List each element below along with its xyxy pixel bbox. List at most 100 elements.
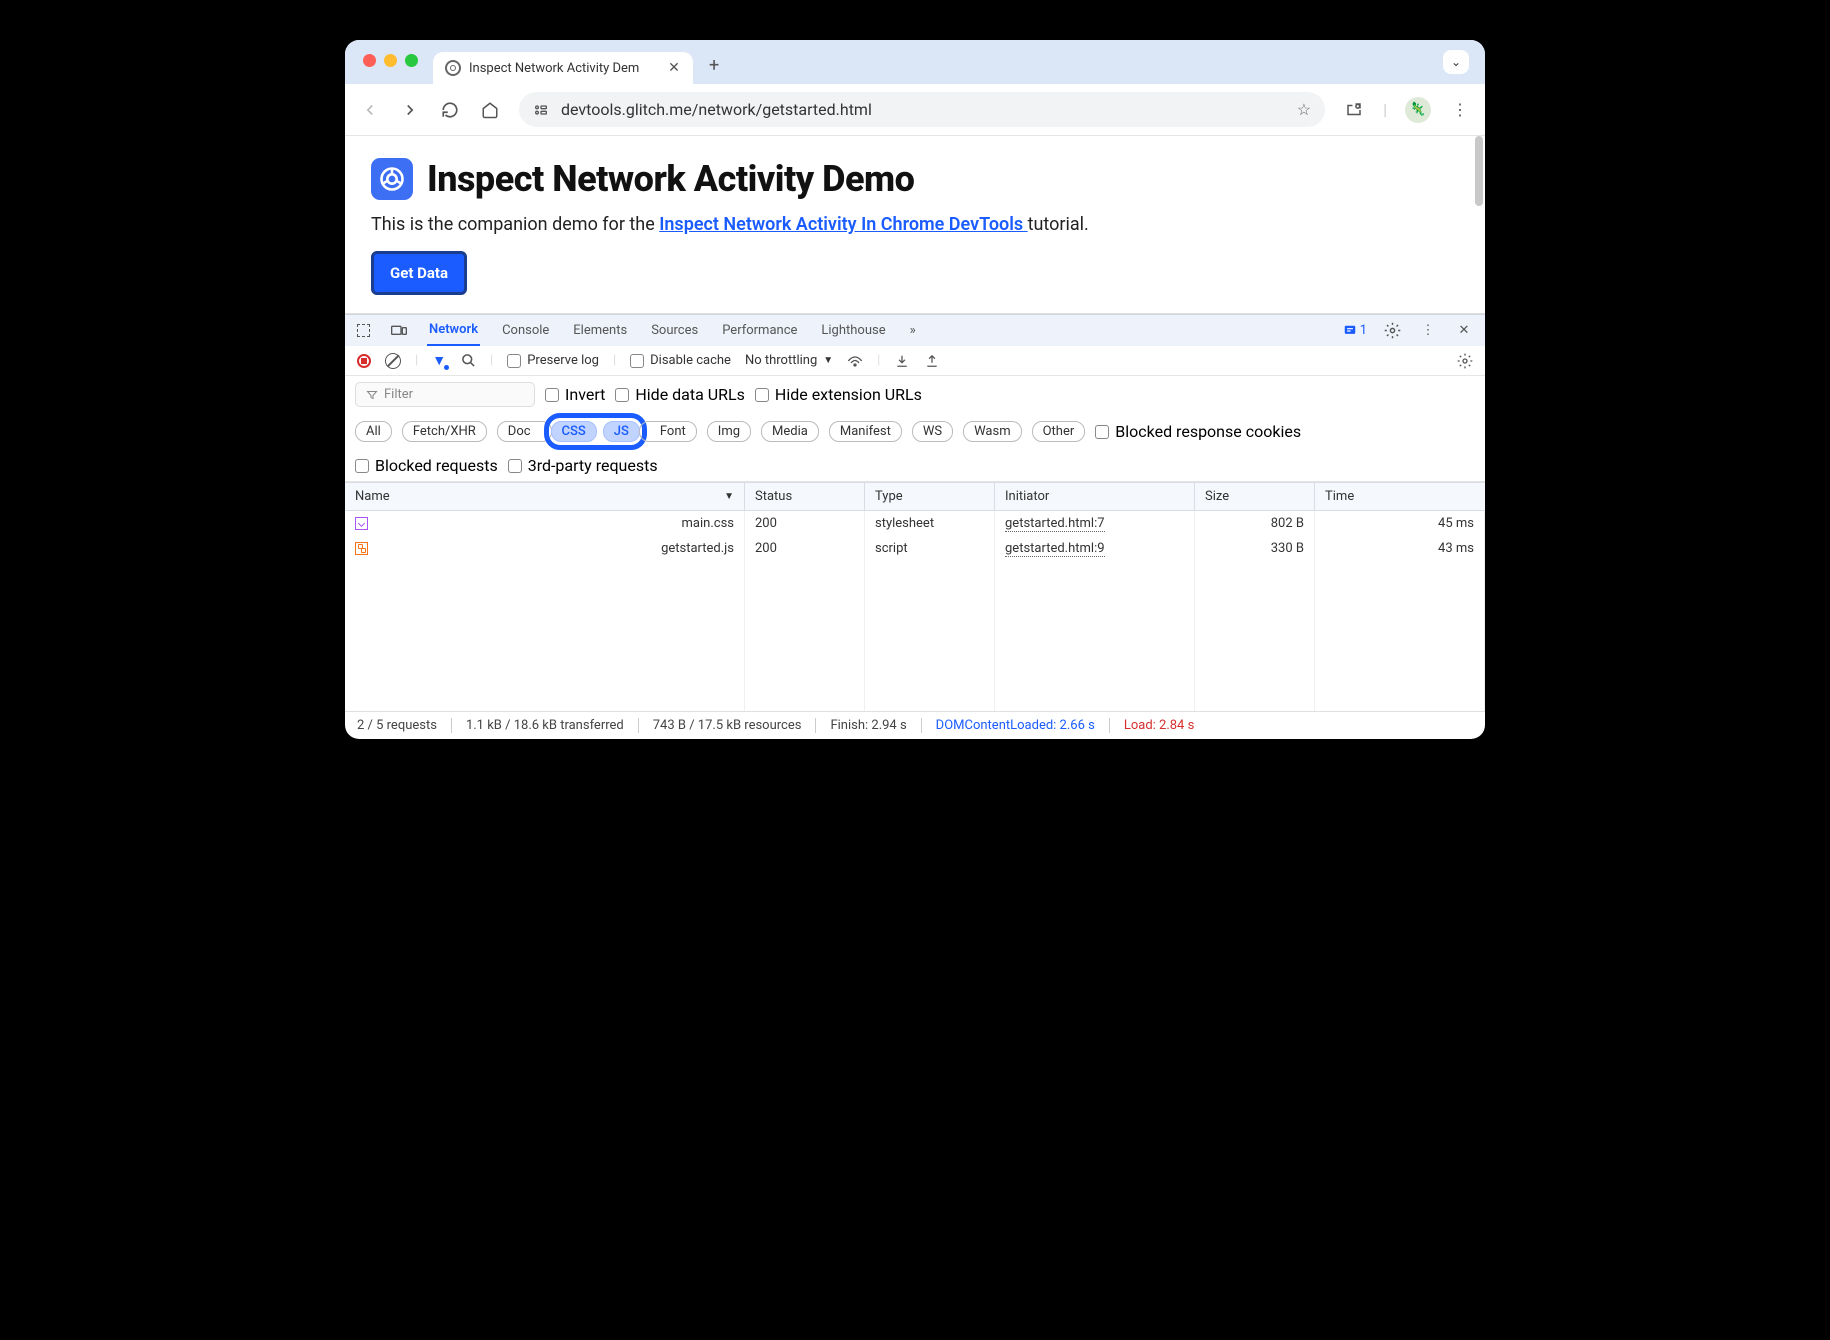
divider: | xyxy=(1383,100,1387,119)
filter-toggle-icon[interactable]: ▼ xyxy=(432,352,446,369)
filter-chip-media[interactable]: Media xyxy=(761,421,819,442)
issues-button[interactable]: 1 xyxy=(1343,323,1367,338)
table-row[interactable]: getstarted.js 200 script getstarted.html… xyxy=(345,536,1485,561)
highlighted-filters: CSS JS xyxy=(544,413,647,450)
network-table-header: Name▼ Status Type Initiator Size Time xyxy=(345,482,1485,511)
profile-avatar[interactable]: 🦎 xyxy=(1405,97,1431,123)
column-header-type[interactable]: Type xyxy=(865,483,995,510)
filter-input[interactable]: Filter xyxy=(355,382,535,407)
tab-strip: Inspect Network Activity Dem ✕ + ⌄ xyxy=(345,40,1485,84)
filter-chip-wasm[interactable]: Wasm xyxy=(963,421,1022,442)
toolbar-right: | 🦎 ⋮ xyxy=(1343,97,1471,123)
filter-chip-all[interactable]: All xyxy=(355,421,392,442)
tab-title: Inspect Network Activity Dem xyxy=(469,61,659,76)
filter-chip-fetch[interactable]: Fetch/XHR xyxy=(402,421,487,442)
filter-chip-font[interactable]: Font xyxy=(639,421,697,442)
reload-button[interactable] xyxy=(439,99,461,121)
minimize-window-button[interactable] xyxy=(384,54,397,67)
url-text: devtools.glitch.me/network/getstarted.ht… xyxy=(561,100,872,119)
tab-lighthouse[interactable]: Lighthouse xyxy=(819,316,887,345)
url-input[interactable]: devtools.glitch.me/network/getstarted.ht… xyxy=(519,92,1325,127)
tab-performance[interactable]: Performance xyxy=(720,316,799,345)
status-requests: 2 / 5 requests xyxy=(357,718,452,733)
search-icon[interactable] xyxy=(460,353,476,369)
filter-chip-other[interactable]: Other xyxy=(1032,421,1086,442)
import-har-icon[interactable] xyxy=(894,353,910,369)
column-header-status[interactable]: Status xyxy=(745,483,865,510)
status-dcl: DOMContentLoaded: 2.66 s xyxy=(922,718,1110,733)
maximize-window-button[interactable] xyxy=(405,54,418,67)
sort-icon: ▼ xyxy=(724,491,734,502)
inspect-icon[interactable] xyxy=(355,323,371,339)
page-description: This is the companion demo for the Inspe… xyxy=(371,214,1459,235)
tutorial-link[interactable]: Inspect Network Activity In Chrome DevTo… xyxy=(659,214,1027,235)
filter-chip-img[interactable]: Img xyxy=(707,421,751,442)
blocked-cookies-checkbox[interactable]: Blocked response cookies xyxy=(1095,422,1301,441)
hide-data-urls-checkbox[interactable]: Hide data URLs xyxy=(615,385,745,404)
third-party-checkbox[interactable]: 3rd-party requests xyxy=(508,456,658,475)
tab-network[interactable]: Network xyxy=(427,315,480,346)
network-toolbar: | ▼ | Preserve log | Disable cache No th… xyxy=(345,346,1485,376)
chrome-logo-icon xyxy=(371,158,413,200)
network-conditions-icon[interactable] xyxy=(847,353,863,369)
record-button[interactable] xyxy=(357,354,371,368)
devtools-menu-icon[interactable]: ⋮ xyxy=(1417,320,1439,342)
globe-icon xyxy=(445,60,461,76)
forward-button[interactable] xyxy=(399,99,421,121)
status-transferred: 1.1 kB / 18.6 kB transferred xyxy=(452,718,639,733)
filter-chip-manifest[interactable]: Manifest xyxy=(829,421,902,442)
home-icon[interactable] xyxy=(479,99,501,121)
get-data-button[interactable]: Get Data xyxy=(371,251,467,295)
column-header-name[interactable]: Name▼ xyxy=(345,483,745,510)
page-content: Inspect Network Activity Demo This is th… xyxy=(345,136,1485,314)
column-header-size[interactable]: Size xyxy=(1195,483,1315,510)
export-har-icon[interactable] xyxy=(924,353,940,369)
extensions-icon[interactable] xyxy=(1343,99,1365,121)
column-header-time[interactable]: Time xyxy=(1315,483,1485,510)
invert-checkbox[interactable]: Invert xyxy=(545,385,605,404)
clear-button[interactable] xyxy=(385,353,401,369)
status-resources: 743 B / 17.5 kB resources xyxy=(639,718,817,733)
status-finish: Finish: 2.94 s xyxy=(816,718,921,733)
browser-menu-icon[interactable]: ⋮ xyxy=(1449,99,1471,121)
close-tab-button[interactable]: ✕ xyxy=(667,61,681,75)
initiator-link[interactable]: getstarted.html:9 xyxy=(1005,541,1105,557)
settings-gear-icon[interactable] xyxy=(1381,320,1403,342)
status-load: Load: 2.84 s xyxy=(1110,718,1208,733)
new-tab-button[interactable]: + xyxy=(709,55,719,76)
scrollbar[interactable] xyxy=(1475,136,1483,206)
bookmark-star-icon[interactable]: ☆ xyxy=(1297,100,1311,119)
page-title: Inspect Network Activity Demo xyxy=(427,158,914,200)
tab-sources[interactable]: Sources xyxy=(649,316,700,345)
browser-window: Inspect Network Activity Dem ✕ + ⌄ devto… xyxy=(345,40,1485,739)
tab-elements[interactable]: Elements xyxy=(571,316,629,345)
disable-cache-checkbox[interactable]: Disable cache xyxy=(630,353,731,368)
device-toolbar-icon[interactable] xyxy=(391,323,407,339)
back-button[interactable] xyxy=(359,99,381,121)
site-info-icon[interactable] xyxy=(533,102,549,118)
tab-list-chevron[interactable]: ⌄ xyxy=(1443,50,1469,74)
browser-toolbar: devtools.glitch.me/network/getstarted.ht… xyxy=(345,84,1485,136)
close-window-button[interactable] xyxy=(363,54,376,67)
close-devtools-button[interactable]: ✕ xyxy=(1453,320,1475,342)
filter-chip-css[interactable]: CSS xyxy=(551,421,597,442)
column-header-initiator[interactable]: Initiator xyxy=(995,483,1195,510)
table-row[interactable]: main.css 200 stylesheet getstarted.html:… xyxy=(345,511,1485,536)
throttling-select[interactable]: No throttling ▼ xyxy=(745,353,833,368)
network-settings-icon[interactable] xyxy=(1457,353,1473,369)
filter-bar: Filter Invert Hide data URLs Hide extens… xyxy=(345,376,1485,482)
css-file-icon xyxy=(355,517,368,530)
blocked-requests-checkbox[interactable]: Blocked requests xyxy=(355,456,498,475)
devtools-tab-bar: Network Console Elements Sources Perform… xyxy=(345,314,1485,346)
browser-tab[interactable]: Inspect Network Activity Dem ✕ xyxy=(433,52,693,84)
more-tabs-icon[interactable]: » xyxy=(908,316,918,345)
traffic-lights xyxy=(363,54,418,67)
network-status-bar: 2 / 5 requests 1.1 kB / 18.6 kB transfer… xyxy=(345,711,1485,739)
preserve-log-checkbox[interactable]: Preserve log xyxy=(507,353,599,368)
filter-chip-js[interactable]: JS xyxy=(603,421,640,442)
filter-chip-ws[interactable]: WS xyxy=(912,421,953,442)
hide-extension-urls-checkbox[interactable]: Hide extension URLs xyxy=(755,385,922,404)
js-file-icon xyxy=(355,542,368,555)
initiator-link[interactable]: getstarted.html:7 xyxy=(1005,516,1105,532)
tab-console[interactable]: Console xyxy=(500,316,551,345)
